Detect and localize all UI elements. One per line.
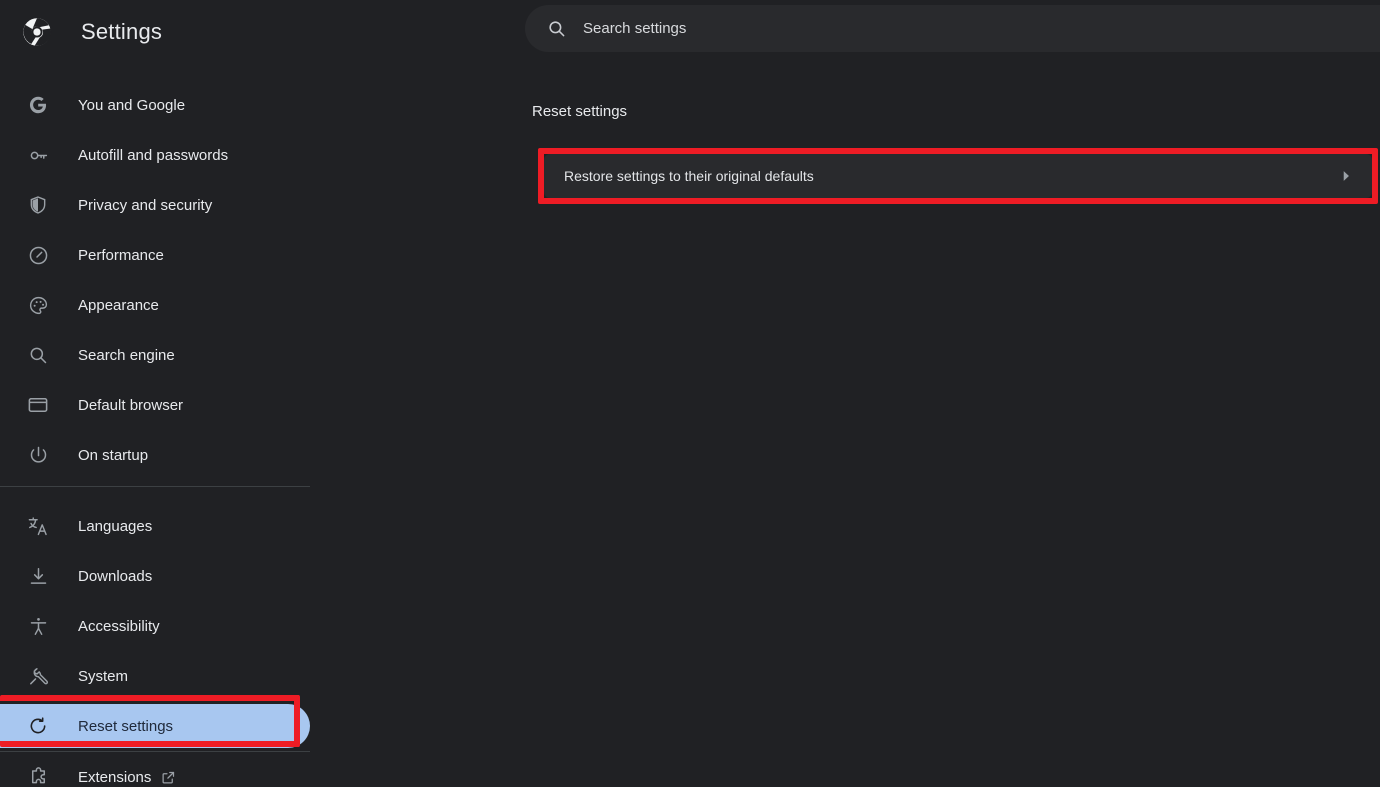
sidebar-item-label: Accessibility (78, 617, 160, 635)
search-input[interactable]: Search settings (525, 5, 1380, 52)
sidebar-item-on-startup[interactable]: On startup (0, 430, 320, 480)
sidebar-item-accessibility[interactable]: Accessibility (0, 601, 320, 651)
sidebar-item-label: On startup (78, 446, 149, 464)
sidebar-item-label: You and Google (78, 96, 186, 114)
sidebar-group-secondary: Languages Downloads Accessibility System… (0, 501, 320, 751)
search-placeholder: Search settings (583, 20, 687, 37)
reset-refresh-icon (26, 714, 50, 738)
search-icon (547, 19, 566, 38)
sidebar-item-label: System (78, 667, 129, 685)
chrome-logo-icon (22, 17, 52, 47)
external-link-icon (161, 770, 176, 785)
main-content: Search settings Reset settings Restore s… (320, 0, 1380, 787)
search-icon (26, 343, 50, 367)
sidebar-item-label: Extensions (78, 768, 152, 786)
sidebar-item-label: Reset settings (78, 717, 174, 735)
sidebar-item-label: Appearance (78, 296, 159, 314)
restore-row-highlight-annotation (538, 148, 1378, 204)
wrench-icon (26, 664, 50, 688)
sidebar-item-reset-settings[interactable]: Reset settings (0, 701, 320, 751)
sidebar-item-search-engine[interactable]: Search engine (0, 330, 320, 380)
accessibility-icon (26, 614, 50, 638)
section-heading: Reset settings (532, 103, 628, 120)
sidebar-item-extensions[interactable]: Extensions (0, 752, 320, 787)
page-title: Settings (81, 19, 163, 44)
sidebar-item-privacy-and-security[interactable]: Privacy and security (0, 180, 320, 230)
sidebar-item-label: Downloads (78, 567, 153, 585)
sidebar-item-autofill-and-passwords[interactable]: Autofill and passwords (0, 130, 320, 180)
sidebar-item-label: Languages (78, 517, 153, 535)
palette-icon (26, 293, 50, 317)
google-g-icon (26, 93, 50, 117)
sidebar-item-default-browser[interactable]: Default browser (0, 380, 320, 430)
download-icon (26, 564, 50, 588)
sidebar-item-languages[interactable]: Languages (0, 501, 320, 551)
power-icon (26, 443, 50, 467)
sidebar-item-downloads[interactable]: Downloads (0, 551, 320, 601)
sidebar-item-label: Privacy and security (78, 196, 213, 214)
key-icon (26, 143, 50, 167)
sidebar-item-appearance[interactable]: Appearance (0, 280, 320, 330)
shield-icon (26, 193, 50, 217)
sidebar-group-tertiary: Extensions (0, 752, 320, 787)
sidebar-item-label: Default browser (78, 396, 184, 414)
sidebar-item-label: Search engine (78, 346, 175, 364)
sidebar-item-label: Performance (78, 246, 164, 264)
speedometer-icon (26, 243, 50, 267)
sidebar-group-main: You and Google Autofill and passwords Pr… (0, 80, 320, 480)
translate-icon (26, 514, 50, 538)
sidebar-item-performance[interactable]: Performance (0, 230, 320, 280)
settings-window: Settings You and Google Autofill and pas… (0, 0, 1380, 787)
sidebar: Settings You and Google Autofill and pas… (0, 0, 320, 787)
sidebar-item-you-and-google[interactable]: You and Google (0, 80, 320, 130)
brand-header: Settings (0, 0, 320, 64)
sidebar-item-system[interactable]: System (0, 651, 320, 701)
browser-window-icon (26, 393, 50, 417)
sidebar-item-label: Autofill and passwords (78, 146, 229, 164)
sidebar-divider (0, 486, 310, 487)
extension-puzzle-icon (26, 765, 50, 787)
